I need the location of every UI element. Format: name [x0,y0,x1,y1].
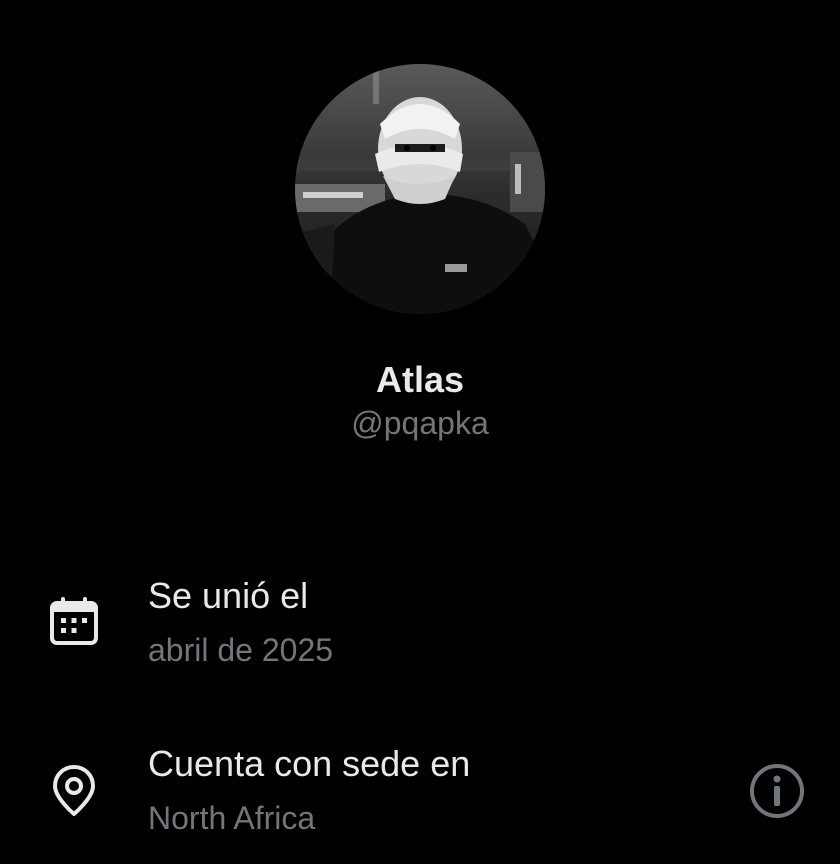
profile-handle: @pqapka [351,405,489,441]
profile-avatar[interactable] [295,64,545,314]
joined-value: abril de 2025 [148,632,334,668]
info-icon[interactable] [746,760,808,822]
account-location-row: Cuenta con sede en North Africa [0,736,840,846]
joined-title: Se unió el [148,575,309,616]
profile-display-name: Atlas [375,359,465,400]
location-pin-icon [46,762,102,818]
joined-date-row: Se unió el abril de 2025 [0,568,840,678]
location-value: North Africa [148,800,316,836]
location-title: Cuenta con sede en [148,743,471,784]
avatar-photo [295,64,545,314]
calendar-icon [46,594,102,650]
